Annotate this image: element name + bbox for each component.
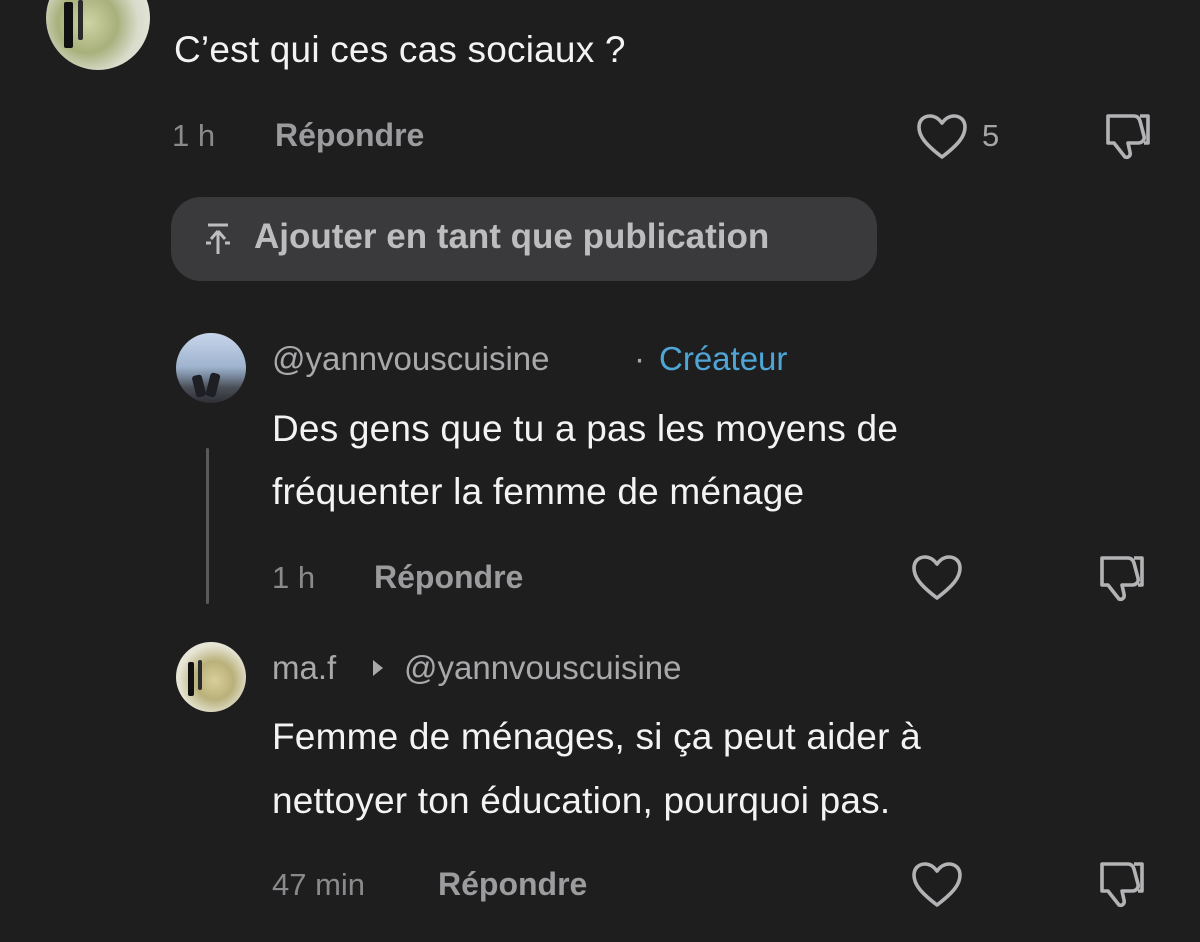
avatar[interactable] <box>46 0 150 70</box>
comment-text: fréquenter la femme de ménage <box>272 471 805 512</box>
thread-line <box>206 448 209 604</box>
dislike-icon[interactable] <box>1100 110 1154 162</box>
reply-button[interactable]: Répondre <box>374 559 523 596</box>
heart-icon[interactable] <box>910 860 964 910</box>
like-count: 5 <box>982 118 1000 153</box>
comment-time: 1 h <box>172 118 216 153</box>
comment-time: 47 min <box>272 867 366 902</box>
comment-time: 1 h <box>272 560 316 595</box>
comment-text: Des gens que tu a pas les moyens de <box>272 408 899 449</box>
heart-icon[interactable] <box>915 112 969 162</box>
reply-to-username[interactable]: @yannvouscuisine <box>404 649 682 687</box>
reply-button[interactable]: Répondre <box>275 117 424 154</box>
reply-arrow-icon <box>373 660 383 676</box>
avatar[interactable] <box>176 642 246 712</box>
reply-button[interactable]: Répondre <box>438 866 587 903</box>
dislike-icon[interactable] <box>1094 552 1148 604</box>
username[interactable]: @yannvouscuisine <box>272 340 550 378</box>
comment-text: Femme de ménages, si ça peut aider à <box>272 716 921 757</box>
dislike-icon[interactable] <box>1094 858 1148 910</box>
comment-text: C’est qui ces cas sociaux ? <box>174 29 626 70</box>
add-as-post-label: Ajouter en tant que publication <box>254 217 770 256</box>
comment-text: nettoyer ton éducation, pourquoi pas. <box>272 780 891 821</box>
creator-badge: Créateur <box>659 340 788 377</box>
avatar[interactable] <box>176 333 246 403</box>
username[interactable]: ma.f <box>272 649 336 687</box>
separator-dot: · <box>634 340 645 377</box>
heart-icon[interactable] <box>910 553 964 603</box>
pin-icon <box>206 223 230 254</box>
